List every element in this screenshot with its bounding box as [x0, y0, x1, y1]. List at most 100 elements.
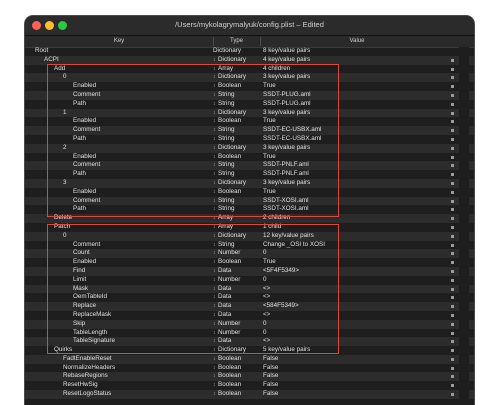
row-type-cell[interactable]: ↕ Boolean	[213, 117, 241, 126]
plist-row[interactable]: Path ↕ String SSDT-XOSI.aml	[25, 205, 474, 214]
row-type-cell[interactable]: ↕ Number	[213, 249, 240, 258]
row-handle-icon[interactable]	[451, 305, 454, 309]
row-value[interactable]: True	[263, 188, 276, 197]
row-handle-icon[interactable]	[451, 375, 454, 379]
row-type-cell[interactable]: ↕ Data	[213, 311, 231, 320]
row-type-cell[interactable]: ↕ String	[213, 205, 234, 214]
row-handle-icon[interactable]	[451, 234, 454, 238]
row-key[interactable]: ReplaceMask	[73, 311, 111, 320]
row-value[interactable]: True	[263, 258, 276, 267]
row-key[interactable]: Enabled	[73, 117, 96, 126]
row-key[interactable]: TableSignature	[73, 337, 115, 346]
row-key[interactable]: Delete	[54, 214, 72, 223]
plist-row[interactable]: Limit ↕ Number 0	[25, 276, 474, 285]
plist-row[interactable]: TableLength ↕ Number 0	[25, 329, 474, 338]
row-value[interactable]: 8 key/value pairs	[263, 47, 310, 56]
row-handle-icon[interactable]	[451, 384, 454, 388]
plist-row[interactable]: Quirks ↕ Dictionary 5 key/value pairs	[25, 346, 474, 355]
row-value[interactable]: SSDT-PNLF.aml	[263, 161, 309, 170]
plist-row[interactable]: Enabled ↕ Boolean True	[25, 82, 474, 91]
row-value[interactable]: SSDT-EC-USBX.aml	[263, 126, 321, 135]
row-type-cell[interactable]: ↕ Number	[213, 329, 240, 338]
row-type-cell[interactable]: ↕ Boolean	[213, 188, 241, 197]
plist-row[interactable]: Find ↕ Data <5F4F5349>	[25, 266, 474, 276]
row-value[interactable]: 0	[263, 276, 267, 285]
row-handle-icon[interactable]	[451, 155, 454, 159]
plist-row[interactable]: FadtEnableReset ↕ Boolean False	[25, 354, 474, 364]
row-type-cell[interactable]: ↕ String	[213, 161, 234, 170]
row-key[interactable]: Skip	[73, 320, 85, 329]
row-type-cell[interactable]: ↕ String	[213, 135, 234, 144]
row-handle-icon[interactable]	[451, 340, 454, 344]
plist-row[interactable]: TableSignature ↕ Data <>	[25, 337, 474, 347]
row-key[interactable]: ResetHwSig	[63, 381, 98, 390]
row-key[interactable]: Limit	[73, 276, 86, 285]
row-value[interactable]: 4 key/value pairs	[263, 56, 310, 65]
row-handle-icon[interactable]	[451, 120, 454, 124]
row-key[interactable]: Enabled	[73, 258, 96, 267]
row-key[interactable]: ResetLogoStatus	[63, 390, 111, 399]
plist-row[interactable]: Patch ↕ Array 1 child	[25, 223, 474, 232]
row-type-cell[interactable]: ↕ Dictionary	[213, 56, 246, 65]
row-handle-icon[interactable]	[451, 252, 454, 256]
row-handle-icon[interactable]	[451, 261, 454, 265]
plist-row[interactable]: Enabled ↕ Boolean True	[25, 258, 474, 267]
plist-row[interactable]: Comment ↕ String SSDT-XOSI.aml	[25, 196, 474, 206]
row-type-cell[interactable]: ↕ Boolean	[213, 390, 241, 399]
row-handle-icon[interactable]	[451, 93, 454, 97]
plist-row[interactable]: NormalizeHeaders ↕ Boolean False	[25, 364, 474, 373]
row-key[interactable]: 3	[63, 179, 67, 188]
row-type-cell[interactable]: ↕ Boolean	[213, 153, 241, 162]
plist-row[interactable]: ResetLogoStatus ↕ Boolean False	[25, 390, 474, 399]
row-handle-icon[interactable]	[451, 313, 454, 317]
plist-row[interactable]: Comment ↕ String SSDT-PNLF.aml	[25, 161, 474, 171]
row-key[interactable]: Quirks	[54, 346, 72, 355]
plist-row[interactable]: Comment ↕ String SSDT-PLUG.aml	[25, 90, 474, 100]
row-key[interactable]: TableLength	[73, 329, 107, 338]
row-handle-icon[interactable]	[451, 137, 454, 141]
plist-row[interactable]: Path ↕ String SSDT-PLUG.aml	[25, 100, 474, 109]
row-value[interactable]: SSDT-XOSI.aml	[263, 205, 309, 214]
plist-row[interactable]: 0 ↕ Dictionary 12 key/value pairs	[25, 231, 474, 241]
row-handle-icon[interactable]	[451, 173, 454, 177]
row-handle-icon[interactable]	[451, 278, 454, 282]
row-key[interactable]: RebaseRegions	[63, 372, 108, 381]
row-key[interactable]: NormalizeHeaders	[63, 364, 115, 373]
row-handle-icon[interactable]	[451, 269, 454, 273]
row-value[interactable]: 2 children	[263, 214, 290, 223]
row-value[interactable]: 0	[263, 249, 267, 258]
plist-row[interactable]: Enabled ↕ Boolean True	[25, 153, 474, 162]
row-value[interactable]: False	[263, 381, 278, 390]
row-handle-icon[interactable]	[451, 190, 454, 194]
row-handle-icon[interactable]	[451, 225, 454, 229]
row-handle-icon[interactable]	[451, 331, 454, 335]
row-type-cell[interactable]: ↕ Number	[213, 276, 240, 285]
row-value[interactable]: SSDT-PLUG.aml	[263, 91, 311, 100]
row-key[interactable]: Enabled	[73, 188, 96, 197]
plist-row[interactable]: Root Dictionary 8 key/value pairs	[25, 47, 474, 56]
row-value[interactable]: <>	[263, 311, 270, 320]
column-header-value[interactable]: Value	[260, 38, 454, 44]
row-type-cell[interactable]: ↕ String	[213, 197, 234, 206]
row-value[interactable]: 4 children	[263, 65, 290, 74]
row-value[interactable]: <>	[263, 337, 270, 346]
plist-row[interactable]: ReplaceMask ↕ Data <>	[25, 311, 474, 320]
row-key[interactable]: Patch	[54, 223, 70, 232]
row-key[interactable]: Comment	[73, 197, 100, 206]
plist-row[interactable]: Path ↕ String SSDT-EC-USBX.aml	[25, 135, 474, 144]
row-key[interactable]: 0	[63, 232, 67, 241]
row-type-cell[interactable]: ↕ Array	[213, 65, 233, 74]
row-handle-icon[interactable]	[451, 76, 454, 80]
row-handle-icon[interactable]	[451, 366, 454, 370]
row-key[interactable]: 1	[63, 109, 67, 118]
plist-row[interactable]: Count ↕ Number 0	[25, 249, 474, 259]
row-key[interactable]: ACPI	[44, 56, 59, 65]
row-handle-icon[interactable]	[451, 349, 454, 353]
row-value[interactable]: 0	[263, 329, 267, 338]
row-handle-icon[interactable]	[451, 243, 454, 247]
row-key[interactable]: Comment	[73, 126, 100, 135]
row-value[interactable]: False	[263, 364, 278, 373]
row-value[interactable]: True	[263, 82, 276, 91]
plist-row[interactable]: Path ↕ String SSDT-PNLF.aml	[25, 170, 474, 179]
row-type-cell[interactable]: ↕ String	[213, 100, 234, 109]
